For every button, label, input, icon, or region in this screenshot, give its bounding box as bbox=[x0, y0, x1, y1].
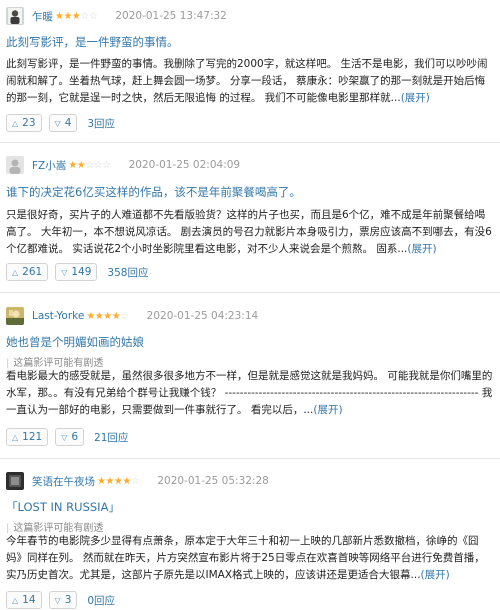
triangle-up-icon: △ bbox=[12, 267, 19, 277]
rating-stars: ★★★☆☆ bbox=[55, 10, 98, 22]
expand-link[interactable]: (展开) bbox=[421, 569, 450, 581]
reply-link[interactable]: 21回应 bbox=[94, 430, 128, 445]
avatar[interactable] bbox=[6, 7, 24, 25]
useless-count: 6 bbox=[71, 431, 79, 443]
review-actions: △ 261 ▽ 149 358回应 bbox=[6, 263, 148, 281]
useless-button[interactable]: ▽ 4 bbox=[48, 114, 78, 132]
useful-count: 14 bbox=[22, 594, 36, 606]
triangle-down-icon: ▽ bbox=[61, 432, 68, 442]
triangle-down-icon: ▽ bbox=[54, 118, 61, 128]
reply-link[interactable]: 0回应 bbox=[87, 593, 115, 608]
review-body: 今年春节的电影院多少显得有点萧条，原本定于大年三十和初一上映的几部新片悉数撤档，… bbox=[6, 533, 494, 584]
divider bbox=[0, 142, 500, 143]
review-actions: △ 121 ▽ 6 21回应 bbox=[6, 428, 128, 446]
useless-button[interactable]: ▽ 149 bbox=[55, 263, 98, 281]
stars-empty: ☆ bbox=[130, 475, 140, 487]
review-title[interactable]: 谁下的决定花6亿买这样的作品，该不是年前聚餐喝高了。 bbox=[6, 184, 301, 200]
review-header: 笑语在午夜场 ★★★★☆ 2020-01-25 05:32:28 bbox=[6, 471, 269, 491]
stars-filled: ★★★★ bbox=[86, 310, 121, 322]
avatar[interactable] bbox=[6, 307, 24, 325]
useful-button[interactable]: △ 121 bbox=[6, 428, 49, 446]
rating-stars: ★★☆☆☆ bbox=[68, 159, 111, 171]
stars-empty: ☆☆ bbox=[80, 10, 98, 22]
expand-link[interactable]: (展开) bbox=[313, 404, 342, 416]
expand-link[interactable]: (展开) bbox=[401, 92, 430, 104]
useful-button[interactable]: △ 14 bbox=[6, 591, 42, 609]
avatar[interactable] bbox=[6, 472, 24, 490]
review-time: 2020-01-25 05:32:28 bbox=[157, 475, 269, 487]
divider bbox=[0, 458, 500, 459]
review-title[interactable]: 「LOST IN RUSSIA」 bbox=[6, 499, 120, 515]
triangle-down-icon: ▽ bbox=[61, 267, 68, 277]
triangle-up-icon: △ bbox=[12, 432, 19, 442]
useless-button[interactable]: ▽ 3 bbox=[48, 591, 78, 609]
review-text: 今年春节的电影院多少显得有点萧条，原本定于大年三十和初一上映的几部新片悉数撤档，… bbox=[6, 535, 485, 581]
review-body: 看电影最大的感受就是，虽然很多很多地方不一样，但是就是感觉这就是我妈妈。 可能我… bbox=[6, 368, 494, 419]
review-header: Last-Yorke ★★★★☆ 2020-01-25 04:23:14 bbox=[6, 306, 258, 326]
spoiler-notice: | 这篇影评可能有剧透 bbox=[6, 519, 103, 534]
stars-empty: ☆☆☆ bbox=[85, 159, 111, 171]
review-text: 看电影最大的感受就是，虽然很多很多地方不一样，但是就是感觉这就是我妈妈。 可能我… bbox=[6, 370, 493, 416]
review-time: 2020-01-25 13:47:32 bbox=[115, 10, 227, 22]
stars-empty: ☆ bbox=[120, 310, 129, 322]
review-username[interactable]: Last-Yorke bbox=[32, 310, 84, 322]
stars-filled: ★★ bbox=[68, 159, 86, 171]
useful-count: 121 bbox=[22, 431, 43, 443]
useful-count: 261 bbox=[22, 266, 43, 278]
review-title[interactable]: 此刻写影评，是一件野蛮的事情。 bbox=[6, 34, 179, 50]
triangle-up-icon: △ bbox=[12, 118, 19, 128]
review-title[interactable]: 她也曾是个明媚如画的姑娘 bbox=[6, 334, 144, 350]
useful-button[interactable]: △ 23 bbox=[6, 114, 42, 132]
review-header: 乍暖 ★★★☆☆ 2020-01-25 13:47:32 bbox=[6, 6, 227, 26]
review-body: 只是很好奇，买片子的人难道都不先看版验货？这样的片子也买，而且是6个亿，难不成是… bbox=[6, 207, 494, 258]
review-actions: △ 23 ▽ 4 3回应 bbox=[6, 114, 115, 132]
avatar[interactable] bbox=[6, 156, 24, 174]
review-time: 2020-01-25 02:04:09 bbox=[128, 159, 241, 171]
triangle-up-icon: △ bbox=[12, 595, 19, 605]
useful-count: 23 bbox=[22, 117, 36, 129]
divider bbox=[0, 292, 500, 293]
stars-filled: ★★★★ bbox=[97, 475, 131, 487]
reply-link[interactable]: 358回应 bbox=[107, 265, 148, 280]
review-time: 2020-01-25 04:23:14 bbox=[146, 310, 259, 322]
spoiler-notice: | 这篇影评可能有剧透 bbox=[6, 354, 103, 369]
review-username[interactable]: 笑语在午夜场 bbox=[32, 474, 95, 489]
useless-count: 149 bbox=[71, 266, 92, 278]
review-username[interactable]: FZ小嵩 bbox=[32, 158, 66, 173]
rating-stars: ★★★★☆ bbox=[86, 310, 129, 322]
review-header: FZ小嵩 ★★☆☆☆ 2020-01-25 02:04:09 bbox=[6, 155, 240, 175]
review-username[interactable]: 乍暖 bbox=[32, 9, 53, 24]
stars-filled: ★★★ bbox=[55, 10, 81, 22]
useless-count: 3 bbox=[64, 594, 72, 606]
expand-link[interactable]: (展开) bbox=[407, 243, 436, 255]
triangle-down-icon: ▽ bbox=[54, 595, 61, 605]
review-body: 此刻写影评，是一件野蛮的事情。我删除了写完的2000字，就这样吧。 生活不是电影… bbox=[6, 56, 494, 107]
useless-count: 4 bbox=[64, 117, 72, 129]
review-actions: △ 14 ▽ 3 0回应 bbox=[6, 591, 115, 609]
useful-button[interactable]: △ 261 bbox=[6, 263, 49, 281]
reply-link[interactable]: 3回应 bbox=[87, 116, 115, 131]
rating-stars: ★★★★☆ bbox=[97, 475, 140, 487]
useless-button[interactable]: ▽ 6 bbox=[55, 428, 85, 446]
